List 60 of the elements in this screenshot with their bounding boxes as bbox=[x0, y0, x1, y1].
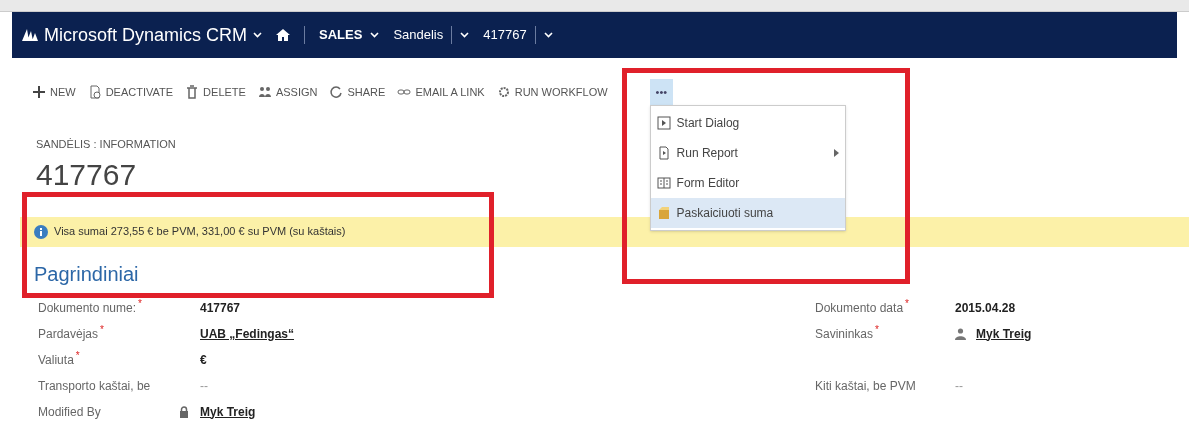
user-icon bbox=[955, 327, 966, 340]
gear-icon bbox=[496, 85, 511, 99]
notification-text: Visa sumai 273,55 € be PVM, 331,00 € su PVM (su kaštais) bbox=[54, 224, 346, 240]
field-value: -- bbox=[955, 377, 963, 395]
section-heading: Pagrindiniai bbox=[34, 261, 140, 287]
required-mark: * bbox=[75, 350, 80, 361]
toolbar-button[interactable]: RUN WORKFLOW bbox=[496, 83, 608, 101]
toolbar-button[interactable]: DEACTIVATE bbox=[87, 83, 174, 101]
breadcrumb: SANDĖLIS : INFORMATION bbox=[36, 137, 176, 152]
chevron-down-icon bbox=[370, 32, 380, 38]
nav-item[interactable]: SALES bbox=[319, 25, 363, 45]
nav-item[interactable]: Sandelis bbox=[393, 25, 444, 45]
record-link[interactable]: UAB „Fedingas“ bbox=[200, 324, 294, 343]
record-link[interactable]: Myk Treig bbox=[200, 402, 256, 421]
field-label: Transporto kaštai, be bbox=[38, 377, 151, 395]
logo-icon bbox=[22, 29, 38, 41]
lock-icon bbox=[179, 405, 189, 418]
chevron-down-icon bbox=[253, 32, 263, 38]
field-label: Savininkas bbox=[815, 325, 874, 343]
package-icon bbox=[656, 205, 671, 220]
required-mark: * bbox=[100, 324, 104, 335]
field-value: € bbox=[200, 351, 207, 369]
menu-item[interactable]: Run Report bbox=[650, 137, 845, 168]
field-value: -- bbox=[200, 377, 208, 395]
chevron-down-icon bbox=[460, 32, 470, 38]
plus-icon bbox=[32, 85, 46, 99]
toolbar-button[interactable]: DELETE bbox=[185, 83, 246, 101]
more-button[interactable]: ••• bbox=[649, 79, 674, 106]
home-icon[interactable] bbox=[276, 28, 291, 42]
share-icon bbox=[329, 85, 344, 99]
menu-item[interactable]: Start Dialog bbox=[650, 107, 845, 138]
record-title: 417767 bbox=[36, 156, 137, 193]
trash-icon bbox=[185, 85, 200, 99]
field-label: Dokumento data bbox=[815, 299, 904, 317]
people-icon bbox=[257, 85, 272, 99]
field-label: Modified By bbox=[38, 403, 101, 421]
info-icon bbox=[34, 224, 48, 239]
form-icon bbox=[656, 175, 671, 190]
report-icon bbox=[656, 145, 671, 160]
chevron-down-icon bbox=[543, 32, 553, 38]
required-mark: * bbox=[905, 298, 909, 309]
toolbar-button[interactable]: ASSIGN bbox=[257, 83, 318, 101]
document-icon bbox=[87, 85, 102, 99]
field-label: Pardavėjas bbox=[38, 325, 99, 343]
toolbar-button[interactable]: EMAIL A LINK bbox=[397, 83, 485, 101]
record-link[interactable]: Myk Treig bbox=[976, 324, 1032, 343]
field-value: 417767 bbox=[200, 299, 241, 317]
field-value: 2015.04.28 bbox=[955, 299, 1016, 317]
menu-item[interactable]: Form Editor bbox=[650, 167, 845, 198]
field-label: Valiuta bbox=[38, 351, 74, 369]
app-title[interactable]: Microsoft Dynamics CRM bbox=[44, 21, 248, 49]
play-icon bbox=[656, 115, 671, 130]
nav-item[interactable]: 417767 bbox=[483, 25, 527, 45]
menu-item[interactable]: Paskaiciuoti suma bbox=[650, 197, 845, 228]
field-label: Kiti kaštai, be PVM bbox=[815, 377, 916, 395]
toolbar-button[interactable]: SHARE bbox=[329, 83, 386, 101]
required-mark: * bbox=[138, 298, 142, 309]
required-mark: * bbox=[875, 324, 879, 335]
field-label: Dokumento nume: bbox=[38, 299, 137, 317]
toolbar-button[interactable]: NEW bbox=[32, 83, 76, 101]
